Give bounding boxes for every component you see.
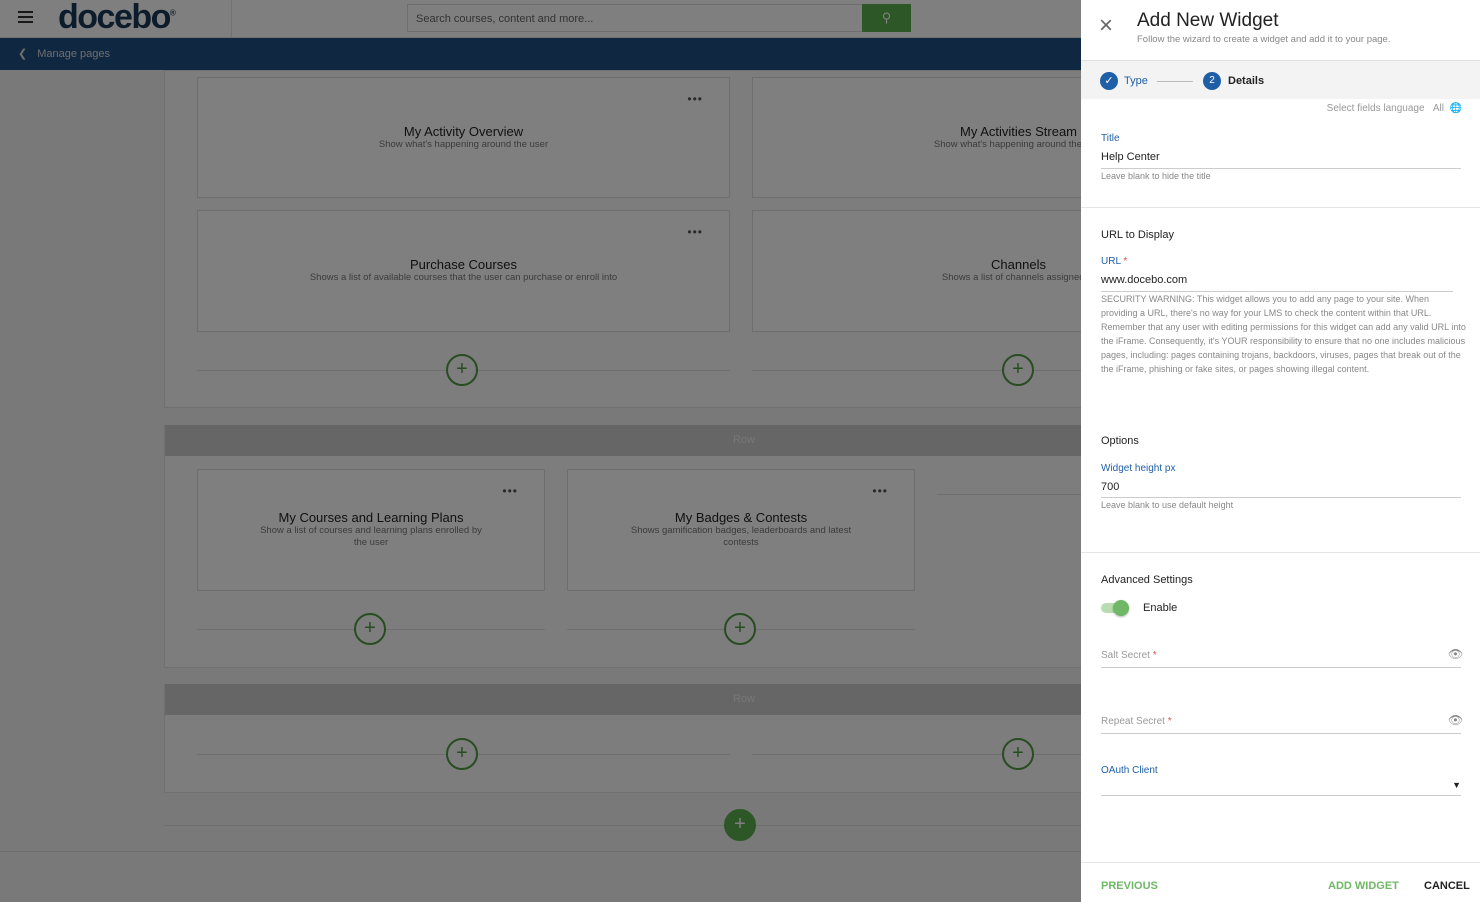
salt-secret-input[interactable]: Salt Secret xyxy=(1101,650,1150,661)
step-connector xyxy=(1157,81,1193,82)
required-mark: * xyxy=(1167,716,1172,727)
required-mark: * xyxy=(1152,650,1157,661)
url-heading: URL to Display xyxy=(1101,229,1174,241)
required-mark: * xyxy=(1123,256,1128,267)
options-heading: Options xyxy=(1101,435,1139,447)
modal-overlay[interactable] xyxy=(0,0,1081,902)
title-label: Title xyxy=(1101,133,1120,144)
enable-toggle[interactable] xyxy=(1101,600,1129,616)
language-value: All xyxy=(1432,103,1444,114)
add-widget-button[interactable]: ADD WIDGET xyxy=(1328,880,1399,892)
step-details[interactable]: Details xyxy=(1228,75,1264,87)
height-input[interactable]: 700 xyxy=(1101,481,1119,493)
globe-icon: 🌐 xyxy=(1449,103,1462,114)
title-input[interactable]: Help Center xyxy=(1101,151,1160,163)
eye-icon[interactable]: 👁 xyxy=(1448,647,1463,661)
oauth-label: OAuth Client xyxy=(1101,765,1158,776)
panel-title: Add New Widget xyxy=(1137,10,1279,31)
add-widget-panel: × Add New Widget Follow the wizard to cr… xyxy=(1081,0,1480,902)
divider xyxy=(1081,552,1480,553)
toggle-label: Enable xyxy=(1143,602,1178,614)
input-underline xyxy=(1101,667,1461,668)
panel-subtitle: Follow the wizard to create a widget and… xyxy=(1137,34,1391,45)
advanced-heading: Advanced Settings xyxy=(1101,574,1193,586)
input-underline xyxy=(1101,733,1461,734)
eye-icon[interactable]: 👁 xyxy=(1448,713,1463,727)
divider xyxy=(1081,207,1480,208)
security-warning: SECURITY WARNING: This widget allows you… xyxy=(1101,294,1466,374)
language-selector[interactable]: Select fields language All 🌐 xyxy=(1327,103,1462,114)
language-label: Select fields language xyxy=(1326,103,1425,114)
check-icon: ✓ xyxy=(1100,72,1118,90)
url-label: URL xyxy=(1101,256,1121,267)
divider xyxy=(1081,862,1480,863)
caret-down-icon: ▼ xyxy=(1452,780,1461,790)
url-input[interactable]: www.docebo.com xyxy=(1101,274,1187,286)
stepper: ✓ Type 2 Details xyxy=(1081,60,1480,99)
height-help: Leave blank to use default height xyxy=(1101,500,1234,510)
cancel-button[interactable]: CANCEL xyxy=(1424,880,1470,892)
step-type[interactable]: Type xyxy=(1124,75,1148,87)
title-help: Leave blank to hide the title xyxy=(1101,171,1211,181)
step-number: 2 xyxy=(1203,72,1221,90)
repeat-secret-input[interactable]: Repeat Secret xyxy=(1101,716,1165,727)
height-label: Widget height px xyxy=(1101,463,1176,474)
previous-button[interactable]: PREVIOUS xyxy=(1101,880,1158,892)
oauth-client-select[interactable]: ▼ xyxy=(1101,778,1461,796)
close-icon[interactable]: × xyxy=(1099,12,1113,40)
